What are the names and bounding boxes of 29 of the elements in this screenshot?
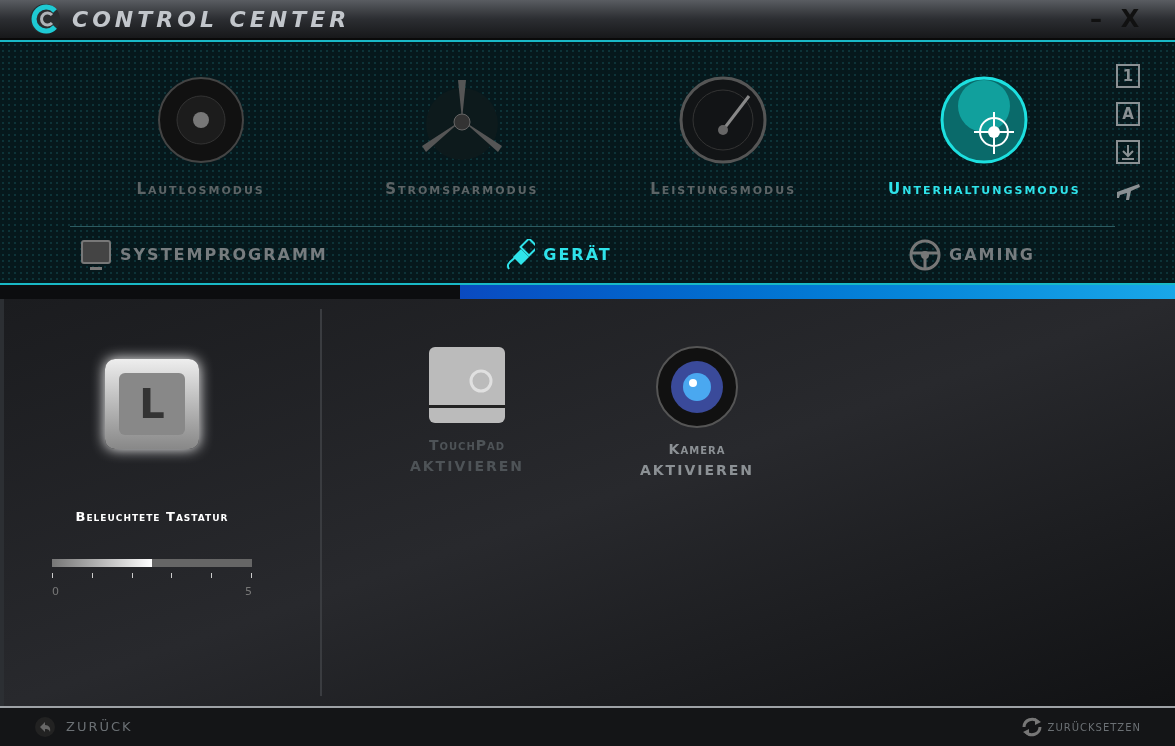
slider-max-label: 5 <box>245 583 252 600</box>
tab[interactable]: SYSTEMPROGRAMM <box>80 239 328 271</box>
slider-min-label: 0 <box>52 583 59 600</box>
crosshair-icon <box>940 75 1029 164</box>
device-button[interactable]: Kamera AKTIVIEREN <box>622 345 772 481</box>
reset-button[interactable]: ZURÜCKSETZEN <box>1019 715 1141 739</box>
steering-wheel-icon <box>909 239 942 271</box>
speaker-icon <box>156 75 245 164</box>
shortcut-button[interactable]: 1 <box>1116 64 1140 88</box>
monitor-icon <box>80 239 112 271</box>
camera-icon <box>655 345 739 429</box>
back-button[interactable]: ZURÜCK <box>34 716 133 738</box>
key-label: L <box>119 373 185 435</box>
keyboard-label: Beleuchtete Tastatur <box>75 508 229 526</box>
shortcut-button[interactable]: A <box>1116 102 1140 126</box>
brightness-slider[interactable] <box>52 558 252 567</box>
mode-button[interactable]: Stromsparmodus <box>385 177 539 200</box>
logo-icon <box>28 2 62 36</box>
gauge-icon <box>679 75 768 164</box>
device-name: Kamera <box>668 440 726 459</box>
download-icon[interactable] <box>1116 140 1140 164</box>
mode-button[interactable]: Leistungsmodus <box>650 177 797 200</box>
device-action: AKTIVIEREN <box>639 461 755 480</box>
mode-button[interactable]: Lautlosmodus <box>136 177 265 200</box>
window-title: CONTROL CENTER <box>72 5 351 34</box>
tab[interactable]: GERÄT <box>503 239 612 271</box>
mode-button[interactable]: Unterhaltungsmodus <box>888 177 1081 200</box>
touchpad-icon <box>427 345 507 425</box>
tab[interactable]: GAMING <box>909 239 1035 271</box>
